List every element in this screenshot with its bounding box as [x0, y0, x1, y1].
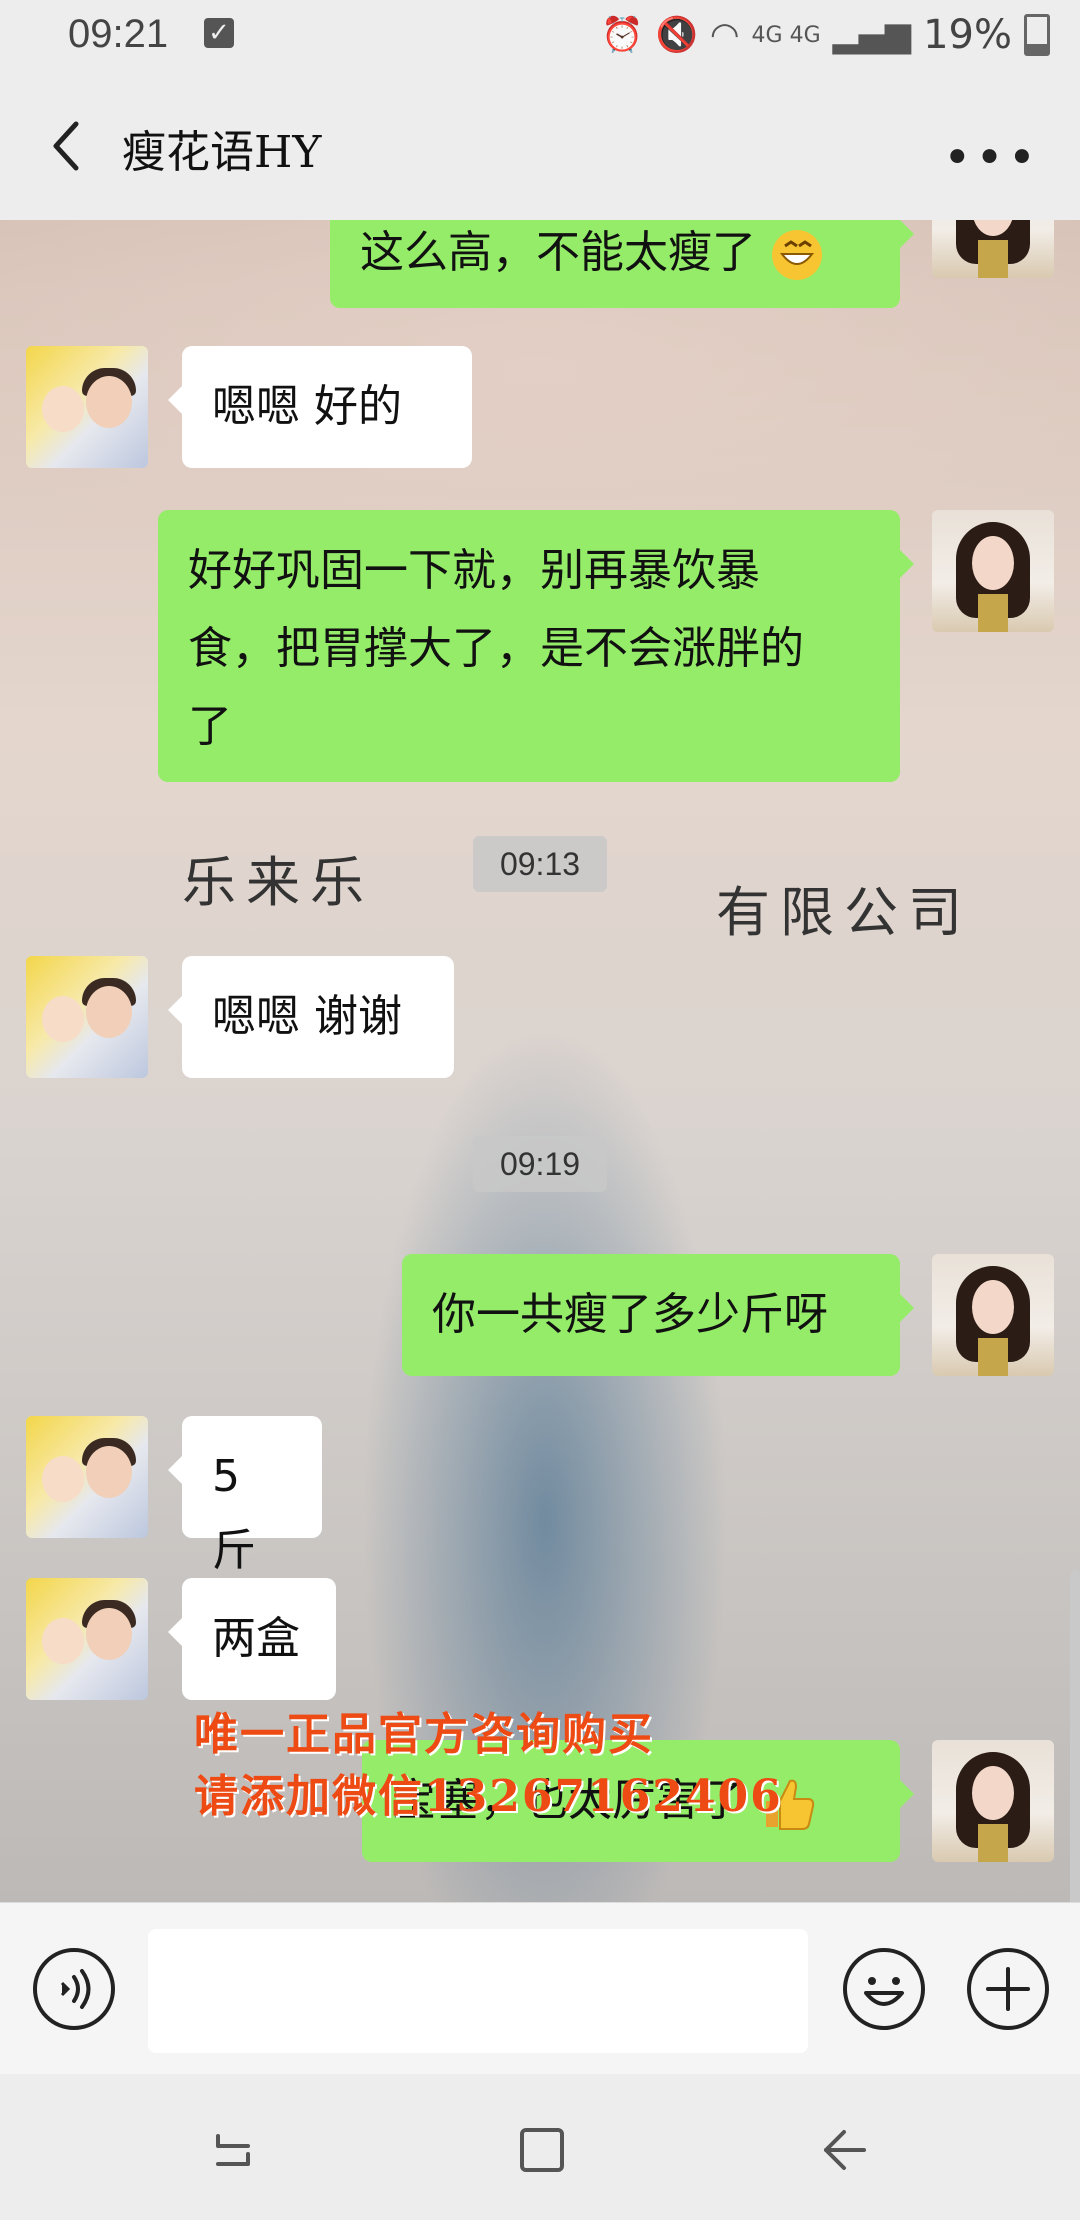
message-bubble-in[interactable]: 嗯嗯 好的	[168, 346, 472, 468]
message-line: 食，把胃撑大了，是不会涨胖的	[188, 623, 804, 674]
message-text: 嗯嗯 谢谢	[212, 991, 402, 1042]
alarm-icon: ⏰	[601, 15, 644, 55]
contact-avatar[interactable]	[26, 346, 148, 468]
my-avatar[interactable]	[932, 1740, 1054, 1862]
more-icon[interactable]: •••	[943, 130, 1040, 186]
network-label: 4G 4G	[751, 22, 821, 48]
contact-avatar[interactable]	[26, 1578, 148, 1700]
watermark-line1: 唯一正品官方咨询购买	[194, 1709, 654, 1760]
grin-emoji-icon	[772, 230, 822, 280]
battery-percent: 19%	[923, 12, 1012, 58]
mute-icon: 🔇	[655, 15, 698, 55]
message-input[interactable]	[148, 1929, 808, 2053]
message-text: 这么高，不能太瘦了	[360, 227, 756, 278]
status-right: ⏰ 🔇 ◠ 4G 4G ▂▄▆ 19%	[601, 12, 1050, 58]
background-sign-left: 乐来乐	[182, 851, 374, 914]
timestamp: 09:19	[473, 1136, 607, 1192]
message-line: 好好巩固一下就，别再暴饮暴	[188, 545, 760, 596]
my-avatar[interactable]	[932, 220, 1054, 278]
my-avatar[interactable]	[932, 1254, 1054, 1376]
system-nav-bar	[0, 2074, 1080, 2220]
message-bubble-out[interactable]: 好好巩固一下就，别再暴饮暴 食，把胃撑大了，是不会涨胖的 了	[158, 510, 914, 782]
message-bubble-out[interactable]: 这么高，不能太瘦了	[330, 220, 914, 308]
message-text: 嗯嗯 好的	[212, 381, 402, 432]
status-bar: 09:21 ✓ ⏰ 🔇 ◠ 4G 4G ▂▄▆ 19%	[0, 0, 1080, 72]
message-bubble-in[interactable]: 嗯嗯 谢谢	[168, 956, 454, 1078]
wifi-icon: ◠	[709, 15, 740, 55]
back-arrow-icon[interactable]	[40, 116, 100, 176]
message-text: 5 斤	[212, 1451, 256, 1576]
message-text: 你一共瘦了多少斤呀	[432, 1289, 828, 1340]
background-sign-right: 有限公司	[716, 881, 972, 944]
signal-icon: ▂▄▆	[832, 15, 912, 55]
back-nav-icon[interactable]	[814, 2120, 874, 2180]
chat-area[interactable]: 乐来乐 有限公司 这么高，不能太瘦了 嗯嗯 好的 好好巩固一下就，别再暴饮暴 食…	[0, 220, 1080, 1902]
contact-avatar[interactable]	[26, 956, 148, 1078]
plus-icon[interactable]	[966, 1947, 1050, 2031]
watermark-line2: 请添加微信13267162406	[194, 1771, 783, 1822]
chat-header: 瘦花语HY •••	[0, 72, 1080, 221]
message-bubble-in[interactable]: 两盒	[168, 1578, 336, 1700]
message-bubble-out[interactable]: 你一共瘦了多少斤呀	[402, 1254, 914, 1376]
recents-icon[interactable]	[206, 2120, 266, 2180]
input-bar	[0, 1902, 1080, 2075]
chat-title: 瘦花语HY	[122, 127, 322, 178]
voice-icon[interactable]	[32, 1947, 116, 2031]
home-icon[interactable]	[512, 2120, 572, 2180]
message-line: 了	[188, 701, 232, 752]
notification-check-icon: ✓	[204, 18, 234, 48]
status-time: 09:21	[68, 12, 169, 56]
timestamp: 09:13	[473, 836, 607, 892]
emoji-icon[interactable]	[842, 1947, 926, 2031]
contact-avatar[interactable]	[26, 1416, 148, 1538]
battery-icon	[1024, 14, 1050, 56]
my-avatar[interactable]	[932, 510, 1054, 632]
message-bubble-in[interactable]: 5 斤	[168, 1416, 322, 1576]
message-text: 两盒	[212, 1613, 300, 1664]
